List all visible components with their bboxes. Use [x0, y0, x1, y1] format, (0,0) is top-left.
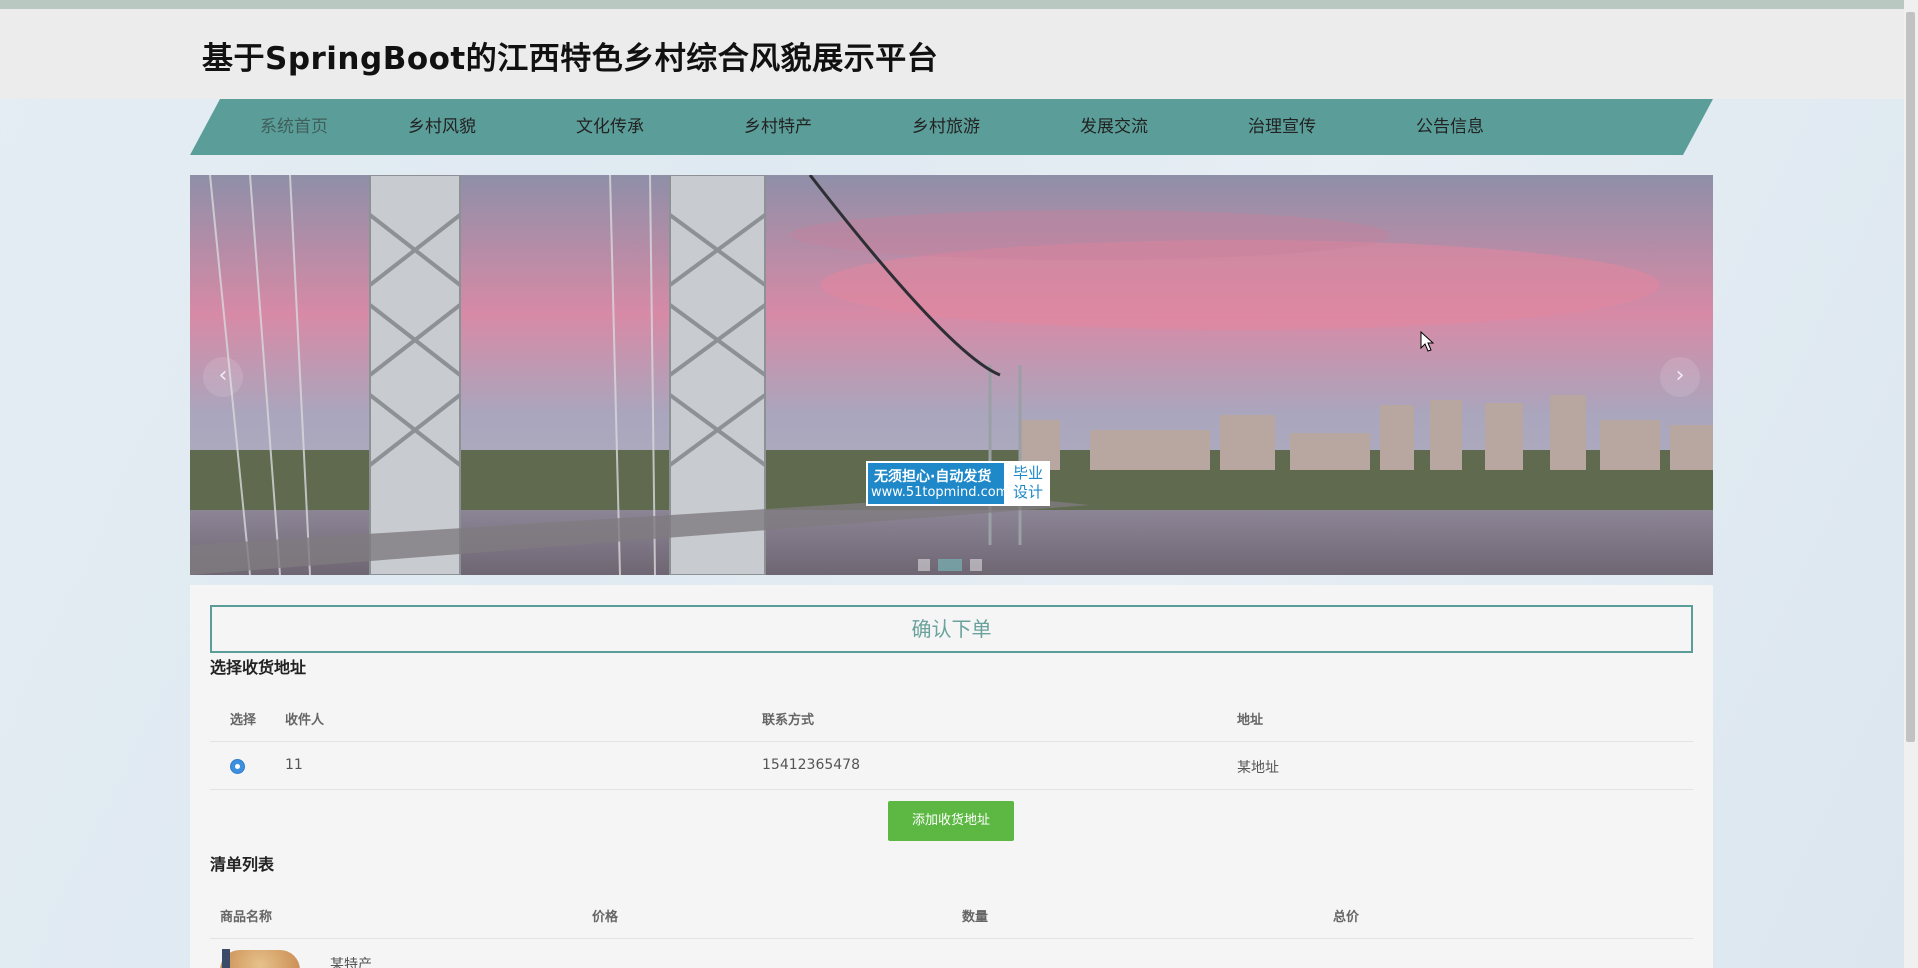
add-address-button[interactable]: 添加收货地址 [888, 801, 1014, 841]
divider [210, 938, 1693, 939]
divider [210, 789, 1693, 790]
mouse-cursor-icon [1420, 331, 1434, 352]
nav-specialty[interactable]: 乡村特产 [708, 99, 848, 155]
item-name: 某特产 [330, 957, 372, 968]
address-phone: 15412365478 [762, 757, 860, 773]
site-title: 基于SpringBoot的江西特色乡村综合风貌展示平台 [202, 41, 939, 77]
item-header-quantity: 数量 [962, 910, 989, 925]
carousel-prev-button[interactable]: ‹ [203, 357, 243, 397]
confirm-order-button[interactable]: 确认下单 [210, 605, 1693, 653]
nav-development[interactable]: 发展交流 [1044, 99, 1184, 155]
nav-notice[interactable]: 公告信息 [1380, 99, 1520, 155]
watermark-line2: www.51topmind.com [871, 485, 1009, 500]
scrollbar-thumb[interactable] [1906, 12, 1915, 742]
main-nav: 系统首页 乡村风貌 文化传承 乡村特产 乡村旅游 发展交流 治理宣传 公告信息 [190, 99, 1713, 155]
nav-home[interactable]: 系统首页 [224, 99, 364, 155]
watermark-right1: 毕业 [1012, 464, 1043, 482]
item-header-price: 价格 [592, 910, 619, 925]
carousel-next-button[interactable]: › [1660, 357, 1700, 397]
site-header: 基于SpringBoot的江西特色乡村综合风貌展示平台 [0, 9, 1904, 99]
address-radio[interactable] [230, 759, 245, 774]
carousel-dot-1[interactable] [918, 559, 930, 571]
address-recipient: 11 [285, 757, 303, 773]
address-header-select: 选择 [230, 713, 257, 728]
item-thumbnail-tag [222, 949, 230, 968]
address-value: 某地址 [1237, 760, 1279, 776]
carousel-banner[interactable] [190, 175, 1713, 575]
nav-tourism[interactable]: 乡村旅游 [876, 99, 1016, 155]
address-header-address: 地址 [1237, 713, 1264, 728]
watermark-badge: 无须担心·自动发货 www.51topmind.com 毕业 设计 [866, 461, 1050, 506]
divider [210, 741, 1693, 742]
address-header-phone: 联系方式 [762, 713, 815, 728]
banner-image [190, 175, 1713, 575]
watermark-line1: 无须担心·自动发货 [874, 469, 992, 485]
item-header-total: 总价 [1333, 910, 1360, 925]
top-strip [0, 0, 1918, 9]
nav-governance[interactable]: 治理宣传 [1212, 99, 1352, 155]
watermark-left: 无须担心·自动发货 www.51topmind.com [868, 463, 1008, 504]
item-header-name: 商品名称 [220, 910, 273, 925]
nav-rural-scenery[interactable]: 乡村风貌 [372, 99, 512, 155]
watermark-right2: 设计 [1012, 483, 1043, 501]
carousel-dot-2[interactable] [938, 559, 962, 571]
item-thumbnail [220, 950, 300, 968]
order-content: 确认下单 选择收货地址 选择 收件人 联系方式 地址 11 1541236547… [190, 585, 1713, 968]
carousel-dot-3[interactable] [970, 559, 982, 571]
watermark-right: 毕业 设计 [1008, 464, 1048, 503]
address-header-recipient: 收件人 [285, 713, 325, 728]
address-section-title: 选择收货地址 [210, 658, 307, 677]
nav-culture[interactable]: 文化传承 [540, 99, 680, 155]
items-section-title: 清单列表 [210, 855, 275, 874]
